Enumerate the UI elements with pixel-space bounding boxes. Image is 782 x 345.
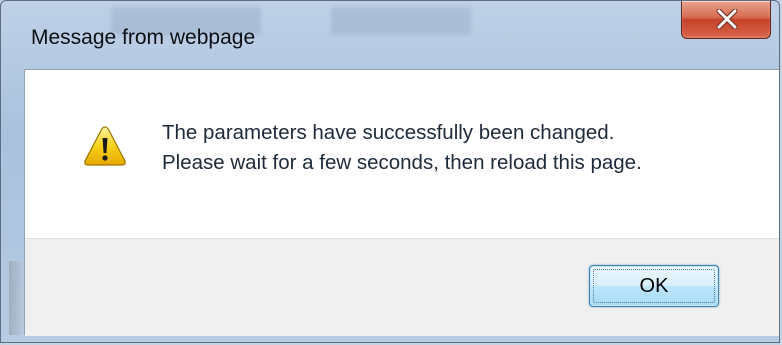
close-button[interactable]	[681, 1, 771, 39]
warning-icon	[84, 126, 126, 166]
message-area: The parameters have successfully been ch…	[25, 70, 779, 238]
close-icon	[716, 9, 738, 29]
message-line-1: The parameters have successfully been ch…	[162, 121, 615, 144]
message-line-2: Please wait for a few seconds, then relo…	[162, 151, 642, 174]
button-bar: OK	[25, 238, 779, 336]
message-text: The parameters have successfully been ch…	[162, 118, 642, 178]
ok-button-label: OK	[639, 275, 669, 297]
dialog-client-area: The parameters have successfully been ch…	[24, 69, 779, 336]
window-frame-edge	[9, 261, 23, 335]
dialog-title: Message from webpage	[31, 26, 256, 49]
dialog-window: Message from webpage The parameters have…	[0, 0, 780, 343]
ok-button[interactable]: OK	[589, 265, 719, 307]
title-bar[interactable]: Message from webpage	[1, 1, 779, 49]
